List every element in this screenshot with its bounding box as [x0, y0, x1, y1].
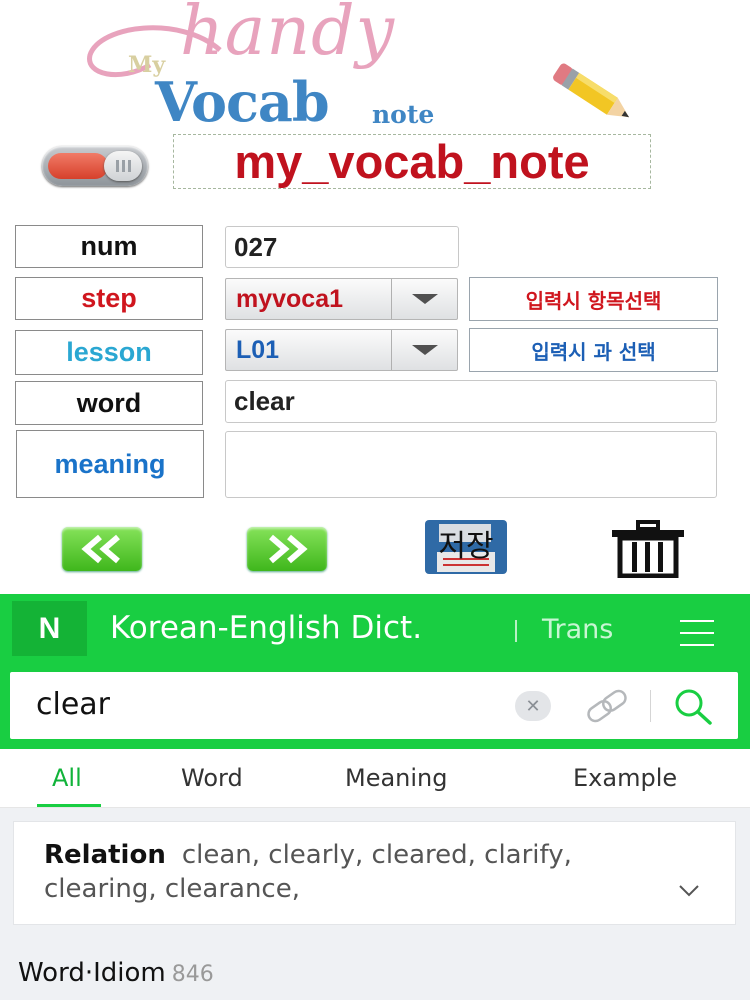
word-value: clear — [234, 386, 295, 416]
step-label: step — [15, 277, 203, 320]
lesson-label-text: lesson — [66, 337, 152, 367]
save-label: 저장 — [438, 529, 494, 564]
lesson-label: lesson — [15, 330, 203, 375]
mode-toggle[interactable] — [42, 146, 148, 186]
num-label-text: num — [80, 231, 138, 261]
naver-logo-text: N — [38, 611, 61, 645]
chevron-down-icon[interactable] — [678, 884, 700, 898]
result-tabs: All Word Meaning Example — [0, 750, 750, 808]
dictionary-title[interactable]: Korean-English Dict. — [110, 610, 422, 646]
pencil-icon — [553, 63, 630, 118]
word-label-text: word — [76, 387, 142, 418]
clear-search-icon[interactable]: ✕ — [515, 691, 551, 721]
next-button[interactable] — [247, 527, 327, 571]
section-title: Word·Idiom — [18, 958, 166, 988]
word-field[interactable]: clear — [225, 380, 717, 423]
lesson-hint-text: 입력시 과 선택 — [531, 339, 656, 364]
app-title: my_vocab_note — [234, 135, 590, 188]
meaning-field[interactable] — [225, 431, 717, 498]
num-value: 027 — [234, 231, 278, 262]
tab-example[interactable]: Example — [573, 764, 677, 792]
tab-all[interactable]: All — [52, 764, 82, 792]
trash-icon[interactable] — [608, 520, 688, 578]
logo-note: note — [372, 100, 435, 129]
chevron-down-icon[interactable] — [391, 330, 457, 370]
step-hint-text: 입력시 항목선택 — [525, 288, 662, 313]
relation-heading: Relation — [44, 840, 166, 870]
lesson-select[interactable]: L01 — [225, 329, 458, 371]
active-tab-indicator — [37, 804, 101, 807]
previous-button[interactable] — [62, 527, 142, 571]
tab-meaning[interactable]: Meaning — [345, 764, 448, 792]
search-input[interactable] — [36, 687, 496, 722]
step-select-value: myvoca1 — [236, 284, 344, 313]
num-label: num — [15, 225, 203, 268]
meaning-label-text: meaning — [54, 448, 166, 479]
search-bar: ✕ — [10, 672, 738, 739]
header-divider — [515, 620, 517, 642]
double-chevron-right-icon — [269, 534, 308, 564]
step-hint: 입력시 항목선택 — [469, 277, 718, 321]
relation-card[interactable]: Relation clean, clearly, cleared, clarify… — [13, 821, 736, 925]
hamburger-menu-icon[interactable] — [680, 620, 714, 646]
results-panel: Relation clean, clearly, cleared, clarify… — [0, 808, 750, 1000]
lesson-select-value: L01 — [236, 335, 280, 364]
section-count: 846 — [171, 962, 214, 987]
step-label-text: step — [81, 283, 137, 313]
dictionary-header: N Korean-English Dict. Trans ✕ — [0, 594, 750, 749]
word-idiom-section: Word·Idiom 846 — [18, 958, 214, 988]
tab-word[interactable]: Word — [181, 764, 243, 792]
logo-vocab: Vocab — [155, 70, 330, 134]
search-divider — [650, 690, 651, 722]
meaning-label: meaning — [16, 430, 204, 498]
app-title-box: my_vocab_note — [173, 134, 651, 189]
app-logo: handy My Vocab note — [80, 0, 480, 140]
lesson-hint: 입력시 과 선택 — [469, 328, 718, 372]
relation-words-2[interactable]: clearing, clearance, — [44, 874, 300, 904]
chevron-down-icon[interactable] — [391, 279, 457, 319]
double-chevron-left-icon — [81, 534, 120, 564]
search-icon[interactable] — [672, 686, 714, 726]
step-select[interactable]: myvoca1 — [225, 278, 458, 320]
relation-line-2: clearing, clearance, — [44, 874, 300, 904]
num-field[interactable]: 027 — [225, 226, 459, 268]
toggle-knob — [104, 151, 142, 181]
handwriting-input-icon[interactable] — [582, 688, 632, 724]
word-label: word — [15, 381, 203, 425]
logo-handy: handy — [180, 0, 396, 71]
trans-link[interactable]: Trans — [542, 614, 613, 645]
naver-logo[interactable]: N — [12, 601, 87, 656]
save-button[interactable]: 저장 — [425, 520, 507, 574]
relation-words-1[interactable]: clean, clearly, cleared, clarify, — [182, 840, 572, 870]
toggle-track — [48, 153, 108, 179]
relation-line-1: Relation clean, clearly, cleared, clarify… — [44, 840, 572, 870]
